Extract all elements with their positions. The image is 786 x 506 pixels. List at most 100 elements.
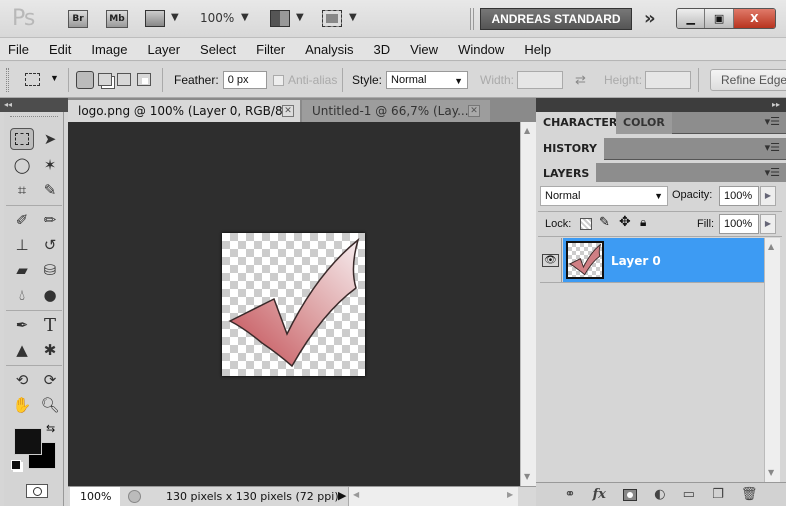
collapse-toolbar-icon[interactable]: ◂◂ <box>0 98 68 112</box>
scroll-up-icon[interactable]: ▲ <box>524 126 530 135</box>
view-extras-icon[interactable] <box>145 10 165 27</box>
menu-window[interactable]: Window <box>458 42 504 57</box>
horizontal-scrollbar[interactable]: ◀ ▶ <box>348 487 518 506</box>
layer-style-fx-icon[interactable]: fx <box>593 487 606 502</box>
scroll-up-icon[interactable]: ▲ <box>768 242 774 251</box>
magic-wand-tool-icon[interactable]: ✶ <box>38 154 62 176</box>
menu-file[interactable]: File <box>8 42 29 57</box>
zoom-tool-icon[interactable]: 🔍︎ <box>38 394 62 416</box>
menu-help[interactable]: Help <box>524 42 551 57</box>
close-tab-icon[interactable]: ✕ <box>468 105 480 117</box>
blur-tool-icon[interactable]: 💧︎ <box>10 284 34 306</box>
foreground-color-swatch[interactable] <box>14 428 42 455</box>
lock-transparency-icon[interactable] <box>580 218 592 230</box>
new-group-folder-icon[interactable]: ▭ <box>683 487 695 502</box>
path-selection-tool-icon[interactable]: ▲ <box>10 339 34 361</box>
preset-dropdown-icon[interactable]: ▼ <box>50 73 59 83</box>
subtract-from-selection-icon[interactable] <box>117 73 131 86</box>
opacity-slider-button[interactable]: ▶ <box>760 186 776 206</box>
height-input[interactable] <box>645 71 692 89</box>
zoom-dropdown-icon[interactable]: ▼ <box>241 12 249 23</box>
canvas-vertical-scrollbar[interactable]: ▲ ▼ <box>520 122 536 486</box>
tab-logo-png[interactable]: logo.png @ 100% (Layer 0, RGB/8) ✕ <box>68 100 300 122</box>
more-workspaces-icon[interactable]: » <box>644 8 656 29</box>
scroll-down-icon[interactable]: ▼ <box>768 468 774 477</box>
eyedropper-tool-icon[interactable]: ✎ <box>38 179 62 201</box>
expand-panels-icon[interactable]: ▸▸ <box>536 98 786 112</box>
menu-3d[interactable]: 3D <box>373 42 390 57</box>
3d-rotate-tool-icon[interactable]: ⟲ <box>10 369 34 391</box>
opacity-input[interactable]: 100% <box>719 186 759 206</box>
pen-tool-icon[interactable]: ✒ <box>10 314 34 336</box>
lock-position-icon[interactable]: ✥ <box>619 214 631 230</box>
restore-button[interactable]: ▣ <box>705 9 734 28</box>
menu-analysis[interactable]: Analysis <box>305 42 353 57</box>
menu-layer[interactable]: Layer <box>148 42 181 57</box>
refine-edge-button[interactable]: Refine Edge <box>710 69 786 91</box>
panel-menu-icon[interactable]: ▾☰ <box>765 115 780 128</box>
new-selection-icon[interactable] <box>76 71 94 89</box>
close-tab-icon[interactable]: ✕ <box>282 105 294 117</box>
scroll-down-icon[interactable]: ▼ <box>524 472 530 481</box>
spot-healing-brush-tool-icon[interactable]: ✐ <box>10 209 34 231</box>
tab-color[interactable]: COLOR <box>616 112 672 134</box>
default-colors-icon[interactable] <box>11 460 21 470</box>
menu-edit[interactable]: Edit <box>49 42 71 57</box>
blend-mode-select[interactable]: Normal ▼ <box>540 186 668 206</box>
zoom-level[interactable]: 100% <box>200 11 234 25</box>
antialias-checkbox[interactable] <box>273 74 284 86</box>
brush-tool-icon[interactable]: ✏ <box>38 209 62 231</box>
document-image[interactable] <box>222 233 365 376</box>
screen-mode-dropdown-icon[interactable]: ▼ <box>349 12 357 23</box>
adjustment-layer-icon[interactable]: ◐ <box>654 487 665 502</box>
view-extras-dropdown-icon[interactable]: ▼ <box>171 12 179 23</box>
swap-dimensions-icon[interactable]: ⇄ <box>575 72 586 88</box>
panel-menu-icon[interactable]: ▾☰ <box>765 166 780 179</box>
close-button[interactable]: X <box>733 9 775 28</box>
style-select[interactable]: Normal ▼ <box>386 71 469 89</box>
quick-mask-button[interactable] <box>26 484 48 498</box>
layer-name[interactable]: Layer 0 <box>611 254 661 268</box>
panel-menu-icon[interactable]: ▾☰ <box>765 141 780 154</box>
screen-mode-icon[interactable] <box>322 10 342 27</box>
add-mask-icon[interactable] <box>623 488 638 501</box>
mini-bridge-button[interactable]: Mb <box>106 10 128 28</box>
crop-tool-icon[interactable]: ⌗ <box>10 179 34 201</box>
eraser-tool-icon[interactable]: ▰ <box>10 259 34 281</box>
grip-handle[interactable] <box>6 68 9 92</box>
new-layer-icon[interactable]: ❐ <box>712 487 724 502</box>
intersect-selection-icon[interactable] <box>137 73 151 86</box>
lock-all-icon[interactable]: 🔒︎ <box>640 215 646 230</box>
scroll-right-icon[interactable]: ▶ <box>507 490 513 499</box>
arrange-documents-icon[interactable] <box>270 10 290 27</box>
layers-scrollbar[interactable]: ▲ ▼ <box>764 238 780 482</box>
lock-pixels-icon[interactable]: ✎ <box>599 215 610 230</box>
menu-image[interactable]: Image <box>91 42 127 57</box>
dodge-tool-icon[interactable]: ● <box>38 284 62 306</box>
minimize-button[interactable]: ▁ <box>677 9 706 28</box>
zoom-field[interactable]: 100% <box>70 487 120 506</box>
swap-colors-icon[interactable]: ⇆ <box>46 422 55 435</box>
rectangular-marquee-tool-icon[interactable] <box>10 128 34 150</box>
link-layers-icon[interactable]: ⚭ <box>565 487 576 502</box>
bridge-button[interactable]: Br <box>68 10 88 28</box>
workspace-switcher[interactable]: ANDREAS STANDARD <box>480 8 632 30</box>
clone-stamp-tool-icon[interactable]: ⊥ <box>10 234 34 256</box>
tab-history[interactable]: HISTORY <box>536 138 604 160</box>
type-tool-icon[interactable]: T <box>38 314 62 336</box>
toolbox-grip[interactable] <box>10 116 58 118</box>
3d-orbit-tool-icon[interactable]: ⟳ <box>38 369 62 391</box>
arrange-dropdown-icon[interactable]: ▼ <box>296 12 304 23</box>
lasso-tool-icon[interactable]: ◯ <box>10 154 34 176</box>
width-input[interactable] <box>517 71 564 89</box>
history-brush-tool-icon[interactable]: ↺ <box>38 234 62 256</box>
menu-filter[interactable]: Filter <box>256 42 285 57</box>
move-tool-icon[interactable]: ➤ <box>38 128 62 150</box>
add-to-selection-icon[interactable] <box>98 73 112 86</box>
feather-input[interactable]: 0 px <box>222 71 267 89</box>
tab-untitled-1[interactable]: Untitled-1 @ 66,7% (Lay... ✕ <box>302 100 490 122</box>
status-menu-icon[interactable]: ▶ <box>338 489 346 502</box>
custom-shape-tool-icon[interactable]: ✱ <box>38 339 62 361</box>
tab-character[interactable]: CHARACTER <box>536 112 625 134</box>
delete-layer-trash-icon[interactable]: 🗑︎ <box>741 487 758 502</box>
